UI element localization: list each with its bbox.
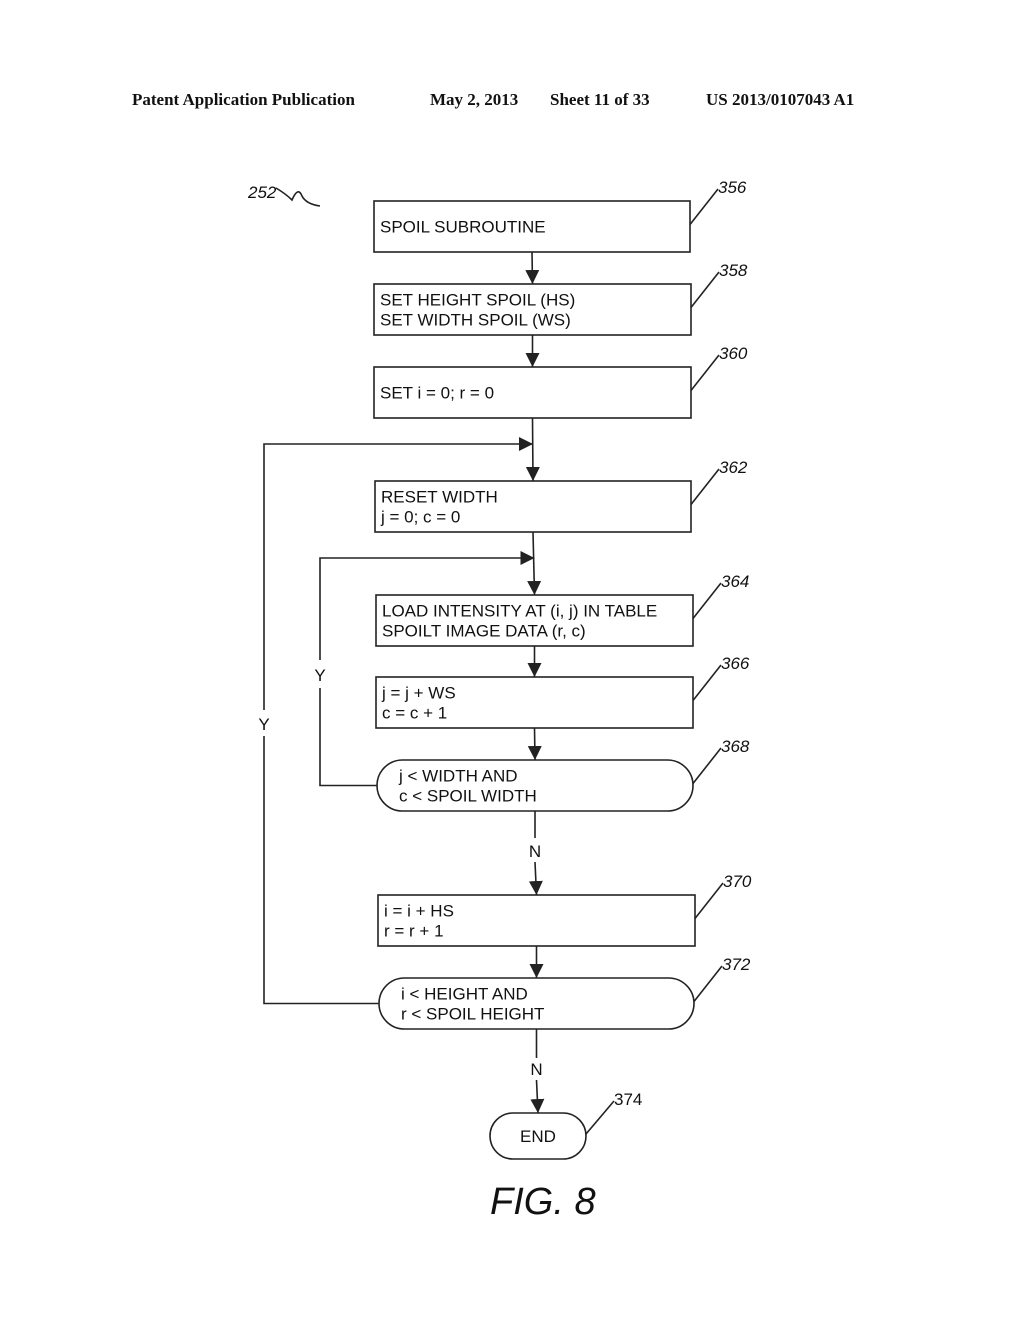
ref-leader-line — [585, 1100, 615, 1135]
ref-leader-line — [694, 882, 724, 919]
edge-label-no: N — [530, 1060, 542, 1079]
edge-372-374-b — [530, 1079, 545, 1114]
ref-leader-line — [689, 188, 719, 225]
node-text: j < WIDTH AND — [398, 767, 518, 786]
figure-label: FIG. 8 — [490, 1181, 596, 1223]
node-text: c = c + 1 — [382, 704, 447, 723]
ref-number: 356 — [718, 178, 747, 197]
edge-360-362 — [525, 417, 540, 482]
node-370: i = i + HSr = r + 1 370 — [377, 872, 752, 947]
edge-label-no: N — [529, 842, 541, 861]
node-text: i = i + HS — [384, 902, 454, 921]
node-372: i < HEIGHT ANDr < SPOIL HEIGHT 372 — [378, 955, 751, 1030]
edge-label-yes: Y — [314, 666, 325, 685]
node-text: r = r + 1 — [384, 922, 444, 941]
ref-number: 358 — [719, 261, 748, 280]
node-364: LOAD INTENSITY AT (i, j) IN TABLESPOILT … — [375, 572, 749, 647]
node-text: i < HEIGHT AND — [401, 985, 528, 1004]
ref-leader-line — [690, 354, 720, 391]
node-text: END — [520, 1127, 556, 1146]
edge-362-364 — [527, 531, 542, 596]
figure-ref-number: 252 — [247, 183, 277, 202]
ref-leader-line — [692, 747, 722, 784]
node-text: SET WIDTH SPOIL (WS) — [380, 311, 571, 330]
ref-number: 360 — [719, 344, 748, 363]
edge-366-368 — [527, 727, 542, 761]
ref-leader-line — [690, 468, 720, 505]
ref-number: 374 — [614, 1090, 642, 1109]
edge-368-370-b — [528, 861, 543, 896]
node-358: SET HEIGHT SPOIL (HS)SET WIDTH SPOIL (WS… — [373, 261, 748, 336]
ref-number: 362 — [719, 458, 748, 477]
ref-number: 366 — [721, 654, 750, 673]
node-text: SET i = 0; r = 0 — [380, 384, 494, 403]
node-text: SPOIL SUBROUTINE — [380, 218, 546, 237]
edge-label-yes: Y — [258, 715, 269, 734]
node-text: SPOILT IMAGE DATA (r, c) — [382, 622, 586, 641]
squiggle-leader — [275, 187, 321, 207]
node-356: SPOIL SUBROUTINE 356 — [373, 178, 747, 253]
ref-number: 372 — [722, 955, 751, 974]
node-text: SET HEIGHT SPOIL (HS) — [380, 291, 575, 310]
ref-leader-line — [692, 582, 722, 619]
node-text: j = j + WS — [381, 684, 456, 703]
ref-leader-line — [692, 664, 722, 701]
node-text: LOAD INTENSITY AT (i, j) IN TABLE — [382, 602, 657, 621]
node-text: c < SPOIL WIDTH — [399, 787, 537, 806]
ref-number: 364 — [721, 572, 749, 591]
node-text: j = 0; c = 0 — [380, 508, 460, 527]
ref-number: 368 — [721, 737, 750, 756]
node-362: RESET WIDTHj = 0; c = 0 362 — [374, 458, 748, 533]
ref-number: 370 — [723, 872, 752, 891]
edge-356-358 — [525, 251, 540, 285]
node-374: END 374 — [489, 1090, 642, 1160]
ref-leader-line — [690, 271, 720, 308]
node-text: r < SPOIL HEIGHT — [401, 1005, 544, 1024]
node-368: j < WIDTH ANDc < SPOIL WIDTH 368 — [376, 737, 750, 812]
flowchart: 252 SPOIL SUBROUTINE 356 SET HEIGHT SPOIL … — [247, 178, 752, 1223]
edge-368-364-a — [319, 688, 377, 787]
node-366: j = j + WSc = c + 1 366 — [375, 654, 750, 729]
node-text: RESET WIDTH — [381, 488, 498, 507]
ref-leader-line — [693, 965, 723, 1002]
node-360: SET i = 0; r = 0 360 — [373, 344, 748, 419]
